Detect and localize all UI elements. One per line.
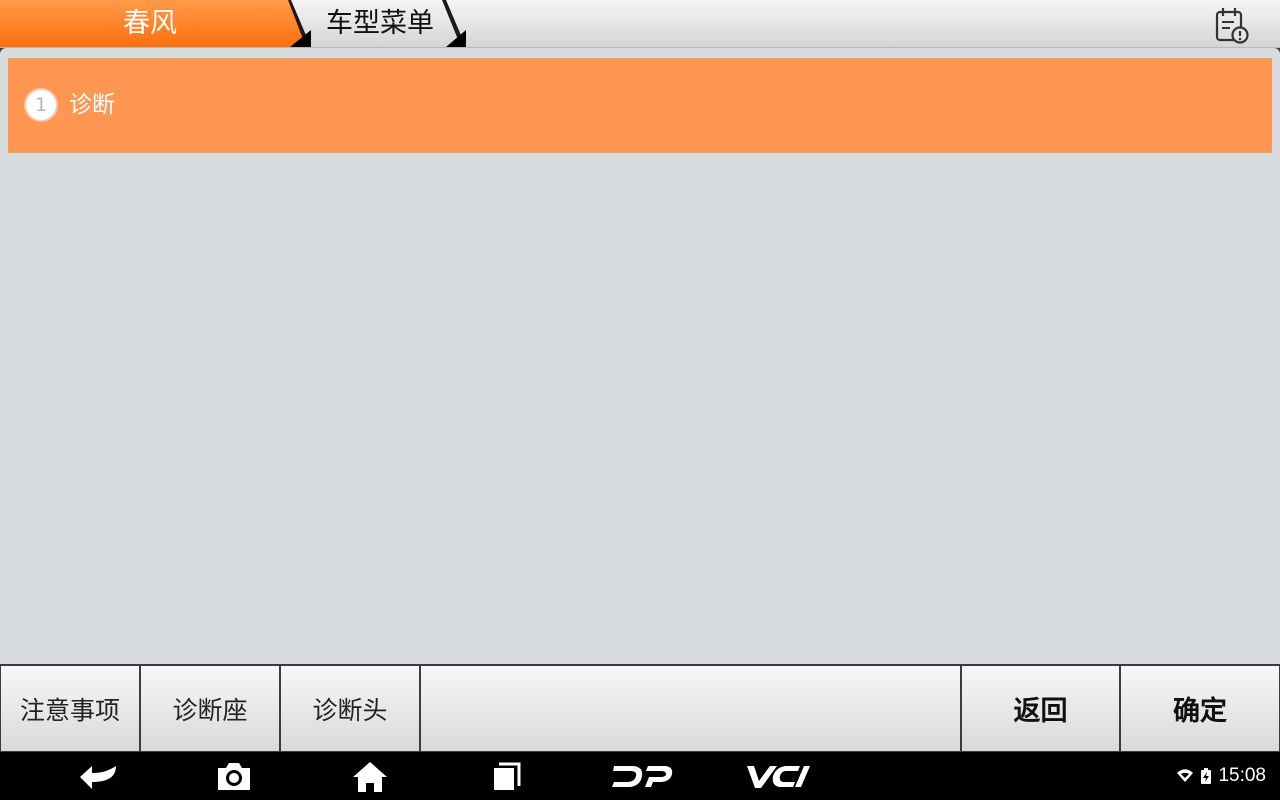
breadcrumb-item-vehicle-menu[interactable]: 车型菜单	[300, 0, 460, 48]
menu-item-label: 诊断	[69, 92, 115, 118]
dlc-location-button[interactable]: 诊断座	[141, 666, 279, 751]
dp-logo-icon[interactable]	[610, 758, 674, 794]
back-icon[interactable]	[78, 758, 120, 794]
back-button[interactable]: 返回	[962, 666, 1119, 751]
camera-icon[interactable]	[214, 758, 254, 794]
wifi-icon	[1177, 769, 1194, 782]
vci-icon[interactable]	[744, 758, 814, 794]
function-bar: 注意事项 诊断座 诊断头 返回 确定	[0, 664, 1280, 752]
ok-button[interactable]: 确定	[1121, 666, 1279, 751]
notice-button[interactable]: 注意事项	[1, 666, 139, 751]
battery-charging-icon	[1201, 768, 1212, 784]
breadcrumb-item-chunfeng[interactable]: 春风	[0, 0, 300, 48]
system-nav-bar: 15:08	[0, 752, 1280, 800]
report-warning-icon[interactable]	[1214, 6, 1250, 44]
home-icon[interactable]	[350, 758, 390, 794]
menu-panel: 1 诊断	[0, 48, 1280, 664]
connector-button[interactable]: 诊断头	[281, 666, 419, 751]
breadcrumb-bar: 春风 车型菜单	[0, 0, 1280, 48]
item-index-badge: 1	[24, 88, 58, 122]
status-area: 15:08	[1176, 752, 1266, 800]
recent-apps-icon[interactable]	[488, 758, 526, 794]
status-clock: 15:08	[1218, 765, 1266, 786]
function-bar-spacer	[421, 666, 960, 751]
menu-item-diagnosis[interactable]: 1 诊断	[8, 58, 1272, 153]
